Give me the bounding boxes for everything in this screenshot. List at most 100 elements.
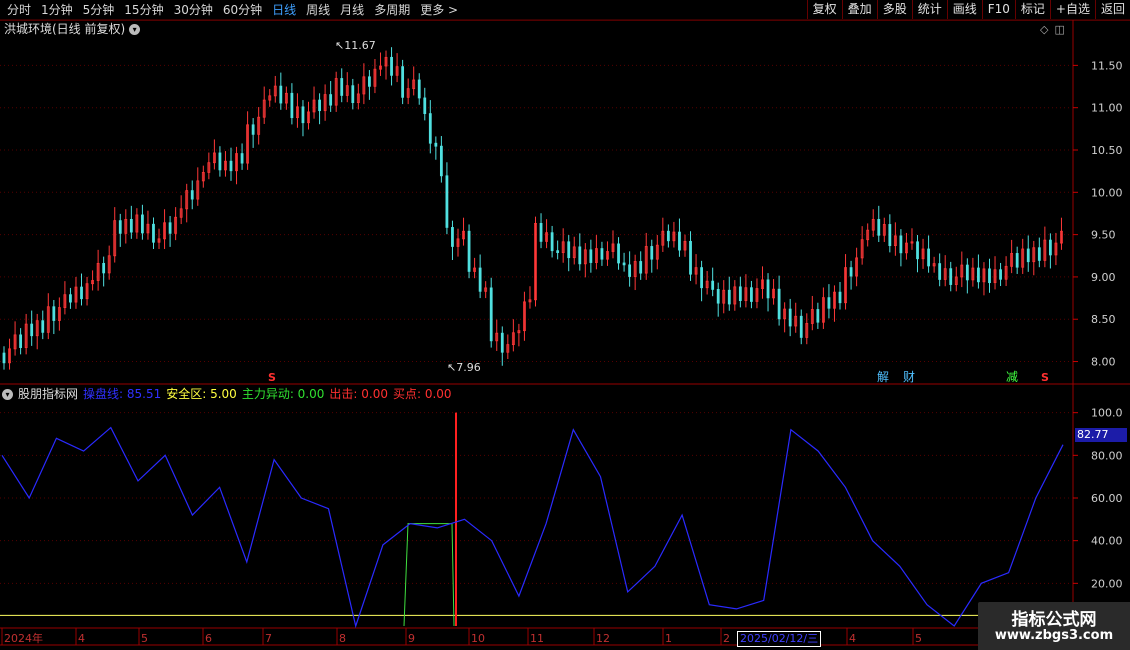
x-tick-label: 11 [530,632,544,645]
x-tick-label: 8 [339,632,346,645]
candle-body [229,160,233,172]
y-tick-label: 40.00 [1091,535,1123,548]
x-tick-label: 10 [471,632,485,645]
candle-body [617,243,620,264]
marker-s: S [268,371,276,384]
candle-body [500,332,504,353]
candle-body [69,294,72,303]
candle-body [539,223,543,242]
candle-body [445,175,449,228]
main-force-line [403,523,455,627]
candle-body [949,268,953,285]
x-tick-label: 1 [665,632,672,645]
marker-cai: 财 [903,370,915,384]
candle-body [19,334,23,348]
x-tick-label: 2 [723,632,730,645]
watermark-line2: www.zbgs3.com [994,628,1114,643]
candle-body [218,152,222,171]
candle-body [2,352,6,364]
operation-line [1,426,1064,629]
candle-body [251,124,255,135]
candle-body [628,264,632,277]
candle-body [938,263,942,280]
candle-body [102,262,106,274]
candle-body [622,262,626,266]
candle-body [329,94,333,106]
candle-body [716,289,720,304]
candle-body [799,315,803,338]
candle-body [368,76,371,87]
y-tick-label: 11.50 [1091,59,1123,72]
candle-body [550,232,554,252]
candle-body [700,267,703,289]
x-tick-label: 7 [265,632,272,645]
candle-body [41,320,45,333]
candle-body [877,218,881,236]
candle-body [816,309,820,323]
chart-canvas[interactable]: 11.50 11.00 10.50 10.00 9.50 9.00 8.50 8.00 ↖11.… [0,0,1130,650]
watermark-line1: 指标公式网 [1011,610,1097,630]
x-tick-label: 4 [849,632,856,645]
candle-body [578,246,582,265]
candle-body [827,297,831,309]
candle-body [439,145,443,177]
candle-body [451,227,454,247]
candle-body [711,280,715,290]
candle-body [766,279,770,299]
candle-body [390,56,393,76]
candle-body [1015,253,1019,268]
candle-body [927,248,930,267]
candle-body [30,323,34,337]
candle-body [965,264,969,281]
candle-body [650,246,654,260]
candle-body [423,97,427,115]
y-tick-label: 10.00 [1091,186,1123,199]
y-tick-label: 8.50 [1091,313,1116,326]
x-tick-label: 6 [205,632,212,645]
x-tick-label: 5 [141,632,148,645]
high-label: ↖11.67 [335,39,376,52]
candle-body [788,308,792,327]
candle-body [351,85,355,104]
x-tick-label: 2024年 [4,631,43,645]
candle-body [428,113,432,144]
marker-jie: 解 [877,370,889,384]
x-tick-label: 12 [596,632,610,645]
candle-body [190,190,194,200]
candle-body [639,261,643,274]
candle-body [916,241,919,260]
candle-body [240,153,244,164]
candle-body [301,106,305,124]
candle-body [988,268,991,284]
y-tick-label: 60.00 [1091,492,1123,505]
candle-body [168,222,172,234]
candle-body [141,214,144,234]
candle-body [340,78,344,96]
marker-s: S [1041,371,1049,384]
candle-body [600,248,604,260]
y-tick-label: 80.00 [1091,449,1123,462]
y-tick-label: 11.00 [1091,102,1123,115]
y-tick-label: 9.00 [1091,271,1116,284]
marker-jian: 减 [1006,370,1018,384]
candle-body [727,289,731,305]
candle-body [689,240,692,275]
y-tick-label: 10.50 [1091,144,1123,157]
watermark: 指标公式网 www.zbgs3.com [978,602,1130,650]
candle-body [80,286,83,300]
candle-body [52,306,56,321]
candle-body [290,92,294,119]
candle-body [849,267,853,277]
x-tick-label: 4 [78,632,85,645]
x-tick-label: 9 [408,632,415,645]
candle-body [999,269,1002,280]
cursor-date: 2025/02/12/三 [737,631,822,647]
candle-body [1037,247,1041,261]
candle-body [666,230,670,242]
candle-body [838,291,842,304]
y-tick-label: 9.50 [1091,229,1116,242]
candle-body [434,142,438,147]
candle-body [567,241,571,259]
candle-body [678,231,681,251]
candle-body [738,286,742,302]
